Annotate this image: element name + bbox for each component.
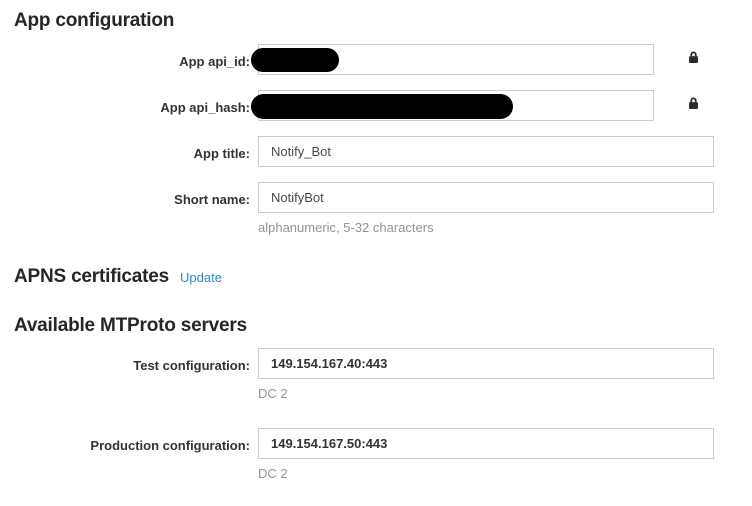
section-title-app-configuration: App configuration [14, 9, 752, 32]
form-row-short-name: Short name: alphanumeric, 5-32 character… [0, 182, 752, 235]
production-configuration-input[interactable] [258, 428, 714, 459]
lock-icon [687, 96, 700, 110]
apns-update-link[interactable]: Update [180, 270, 222, 285]
test-configuration-dc-hint: DC 2 [258, 386, 714, 401]
app-api-hash-input[interactable] [258, 90, 654, 121]
short-name-input[interactable] [258, 182, 714, 213]
section-title-mtproto-servers: Available MTProto servers [14, 314, 752, 337]
section-title-apns-certificates: APNS certificates [14, 265, 169, 288]
form-row-app-api-id: App api_id: [0, 44, 752, 75]
app-api-id-input[interactable] [258, 44, 654, 75]
form-row-production-configuration: Production configuration: DC 2 [0, 428, 752, 481]
form-row-test-configuration: Test configuration: DC 2 [0, 348, 752, 401]
short-name-hint: alphanumeric, 5-32 characters [258, 220, 714, 235]
lock-icon [687, 50, 700, 64]
test-configuration-input[interactable] [258, 348, 714, 379]
field-label-app-api-hash: App api_hash: [0, 90, 250, 121]
field-label-production-configuration: Production configuration: [0, 428, 250, 481]
field-label-app-title: App title: [0, 136, 250, 167]
form-row-app-api-hash: App api_hash: [0, 90, 752, 121]
app-title-input[interactable] [258, 136, 714, 167]
app-settings-page: App configuration App api_id: App api_ha… [0, 0, 752, 506]
apns-certificates-header: APNS certificates Update [0, 265, 752, 288]
field-label-app-api-id: App api_id: [0, 44, 250, 75]
field-label-test-configuration: Test configuration: [0, 348, 250, 401]
form-row-app-title: App title: [0, 136, 752, 167]
field-label-short-name: Short name: [0, 182, 250, 235]
production-configuration-dc-hint: DC 2 [258, 466, 714, 481]
